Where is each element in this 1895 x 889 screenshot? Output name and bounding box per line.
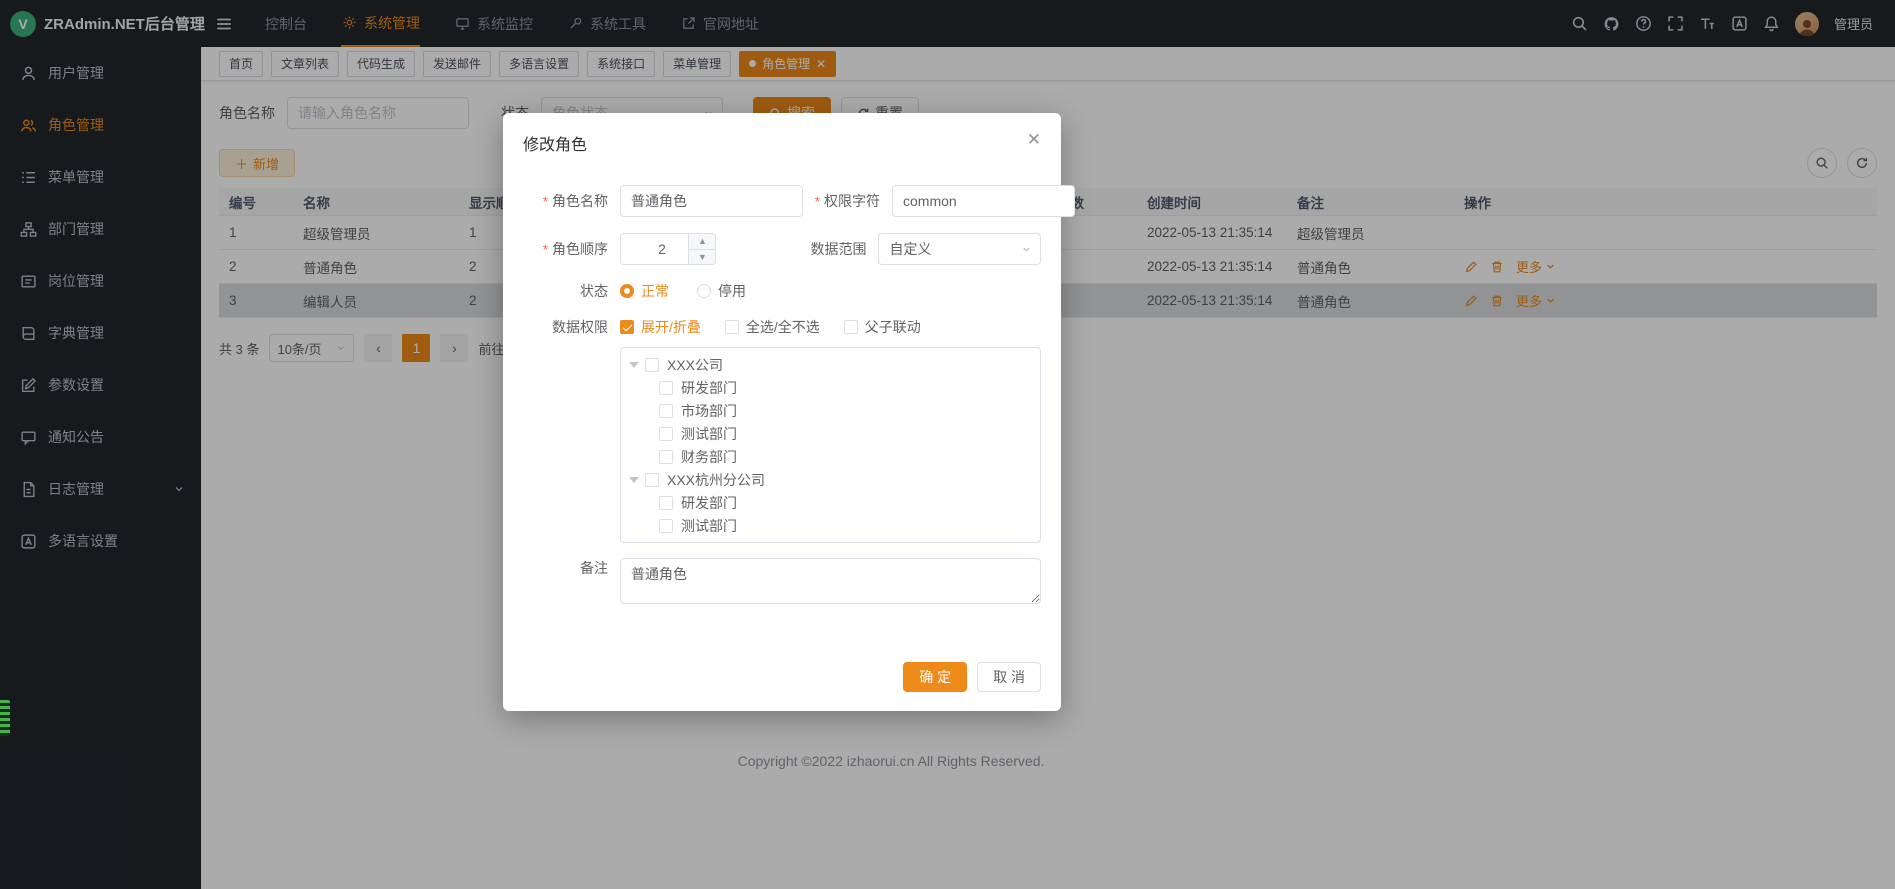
tree-node-label: 测试部门 xyxy=(681,424,737,444)
checkbox-expand-collapse[interactable]: 展开/折叠 xyxy=(620,317,701,337)
checkbox-parent-child[interactable]: 父子联动 xyxy=(844,317,921,337)
tree-node-parent[interactable]: XXX杭州分公司 xyxy=(621,468,1040,491)
data-scope-select[interactable]: 自定义 xyxy=(878,233,1041,265)
confirm-button[interactable]: 确 定 xyxy=(903,662,967,692)
data-scope-value: 自定义 xyxy=(889,239,931,259)
role-name-input[interactable] xyxy=(620,185,803,217)
stepper-up-button[interactable]: ▲ xyxy=(689,234,715,250)
data-scope-label: 数据范围 xyxy=(716,239,878,259)
role-name-label: 角色名称 xyxy=(523,191,620,211)
radio-status-normal[interactable]: 正常 xyxy=(620,281,669,301)
tree-node-label: 研发部门 xyxy=(681,493,737,513)
tree-checkbox[interactable] xyxy=(659,496,673,510)
role-key-input[interactable] xyxy=(892,185,1075,217)
tree-checkbox[interactable] xyxy=(645,358,659,372)
tree-node-child[interactable]: 测试部门 xyxy=(621,422,1040,445)
close-icon[interactable]: ✕ xyxy=(1027,131,1041,148)
tree-node-label: XXX公司 xyxy=(667,355,723,375)
checkbox-icon xyxy=(620,320,634,334)
checkbox-select-all[interactable]: 全选/全不选 xyxy=(725,317,820,337)
role-order-stepper: ▲ ▼ xyxy=(620,233,716,265)
tree-node-child[interactable]: 市场部门 xyxy=(621,399,1040,422)
tree-node-label: 研发部门 xyxy=(681,378,737,398)
radio-label: 停用 xyxy=(718,281,746,301)
tree-node-label: 财务部门 xyxy=(681,447,737,467)
cancel-button[interactable]: 取 消 xyxy=(977,662,1041,692)
dialog-footer: 确 定 取 消 xyxy=(903,662,1041,692)
permission-tree: XXX公司 研发部门 市场部门 测试部门 xyxy=(620,347,1041,543)
tree-checkbox[interactable] xyxy=(659,381,673,395)
checkbox-icon xyxy=(844,320,858,334)
tree-checkbox[interactable] xyxy=(659,427,673,441)
status-label: 状态 xyxy=(523,281,620,301)
radio-icon xyxy=(697,284,711,298)
tree-checkbox[interactable] xyxy=(659,404,673,418)
tree-node-child[interactable]: 研发部门 xyxy=(621,376,1040,399)
tree-node-label: XXX杭州分公司 xyxy=(667,470,765,490)
dialog-title: 修改角色 xyxy=(523,131,1041,155)
tree-checkbox[interactable] xyxy=(645,473,659,487)
edit-role-dialog: 修改角色 ✕ 角色名称 权限字符 角色顺序 ▲ ▼ 数据范围 xyxy=(503,113,1061,711)
remark-label: 备注 xyxy=(523,558,620,578)
caret-down-icon[interactable] xyxy=(629,362,639,368)
caret-down-icon[interactable] xyxy=(629,477,639,483)
chevron-down-icon xyxy=(1021,244,1032,255)
tree-node-child[interactable]: 财务部门 xyxy=(621,445,1040,468)
app-root: V ZRAdmin.NET后台管理 控制台 系统管理 系统监控 系统工具 xyxy=(0,0,1895,889)
tree-node-child[interactable]: 测试部门 xyxy=(621,514,1040,537)
checkbox-label: 展开/折叠 xyxy=(641,317,701,337)
data-permission-label: 数据权限 xyxy=(523,317,620,337)
remark-textarea[interactable]: 普通角色 xyxy=(620,558,1041,604)
tree-checkbox[interactable] xyxy=(659,450,673,464)
tree-node-label: 测试部门 xyxy=(681,516,737,536)
tree-checkbox[interactable] xyxy=(659,519,673,533)
dialog-body: 角色名称 权限字符 角色顺序 ▲ ▼ 数据范围 自定义 xyxy=(523,185,1041,604)
radio-label: 正常 xyxy=(641,281,669,301)
checkbox-label: 全选/全不选 xyxy=(746,317,820,337)
checkbox-label: 父子联动 xyxy=(865,317,921,337)
radio-status-disabled[interactable]: 停用 xyxy=(697,281,746,301)
radio-icon xyxy=(620,284,634,298)
role-key-label: 权限字符 xyxy=(803,191,892,211)
tree-node-label: 市场部门 xyxy=(681,401,737,421)
tree-node-child[interactable]: 研发部门 xyxy=(621,491,1040,514)
role-order-label: 角色顺序 xyxy=(523,239,620,259)
stepper-down-button[interactable]: ▼ xyxy=(689,250,715,265)
tree-node-parent[interactable]: XXX公司 xyxy=(621,353,1040,376)
bottom-left-widget xyxy=(0,700,10,736)
checkbox-icon xyxy=(725,320,739,334)
